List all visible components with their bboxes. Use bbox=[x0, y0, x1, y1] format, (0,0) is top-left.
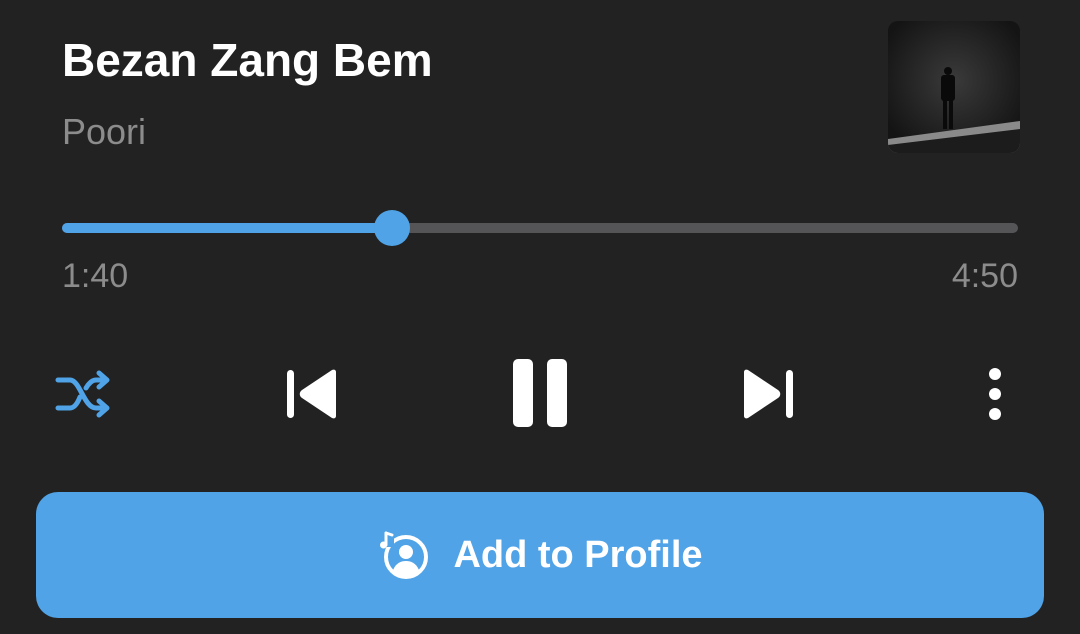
music-profile-icon bbox=[377, 528, 431, 582]
seek-progress bbox=[62, 223, 392, 233]
more-options-button[interactable] bbox=[980, 366, 1010, 422]
track-title: Bezan Zang Bem bbox=[62, 34, 433, 86]
pause-icon bbox=[513, 359, 567, 427]
pause-button[interactable] bbox=[508, 356, 572, 430]
previous-button[interactable] bbox=[282, 364, 342, 424]
total-time: 4:50 bbox=[951, 257, 1018, 295]
skip-previous-icon bbox=[287, 369, 336, 419]
more-vertical-icon bbox=[989, 368, 1001, 420]
add-to-profile-button[interactable]: Add to Profile bbox=[36, 492, 1044, 618]
shuffle-icon bbox=[55, 370, 110, 418]
shuffle-button[interactable] bbox=[52, 366, 116, 422]
elapsed-time: 1:40 bbox=[62, 257, 129, 295]
seek-bar[interactable] bbox=[62, 210, 1018, 246]
add-to-profile-label: Add to Profile bbox=[453, 534, 703, 576]
skip-next-icon bbox=[744, 369, 793, 419]
seek-handle[interactable] bbox=[374, 210, 410, 246]
now-playing-screen: Bezan Zang Bem Poori 1:40 4:50 Add to Pr… bbox=[0, 0, 1080, 634]
album-artwork[interactable] bbox=[888, 21, 1020, 153]
track-artist[interactable]: Poori bbox=[62, 110, 146, 154]
next-button[interactable] bbox=[738, 364, 798, 424]
album-artwork-image bbox=[888, 21, 1020, 153]
